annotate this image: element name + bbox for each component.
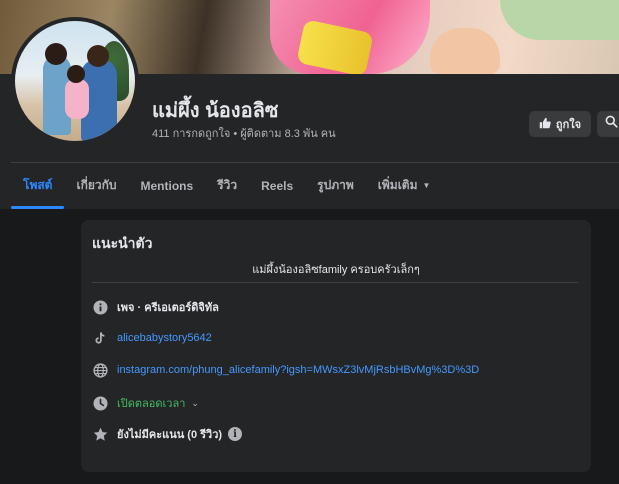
intro-website-row: instagram.com/phung_alicefamily?igsh=MWs…: [92, 362, 479, 378]
intro-bio: แม่ผึ้งน้องอลิซfamily ครอบครัวเล็กๆ: [252, 264, 420, 276]
intro-title: แนะนำตัว: [92, 235, 153, 251]
search-icon: [605, 115, 618, 133]
chevron-down-icon: ⌄: [191, 397, 199, 408]
intro-rating-row: ยังไม่มีคะแนน (0 รีวิว) i: [92, 425, 243, 443]
avatar-person-father-head: [87, 45, 109, 67]
intro-divider: [92, 282, 578, 283]
tiktok-icon: [92, 330, 108, 346]
info-icon: [92, 299, 108, 315]
tab-posts-label: โพสต์: [23, 178, 53, 192]
rating-text: ยังไม่มีคะแนน (0 รีวิว): [117, 429, 223, 441]
avatar-person-child-head: [67, 65, 85, 83]
hours-status: เปิดตลอดเวลา: [117, 398, 186, 410]
tab-reviews[interactable]: รีวิว: [205, 163, 249, 208]
avatar-person-mother-head: [45, 43, 67, 65]
page-stats: 411 การกดถูกใจ • ผู้ติดตาม 8.3 พัน คน: [152, 128, 336, 140]
page-title: แม่ผึ้ง น้องอลิซ: [152, 100, 279, 122]
avatar-person-child: [65, 79, 89, 119]
star-icon: [92, 426, 108, 442]
cover-photo-hand: [430, 28, 500, 74]
tab-reels[interactable]: Reels: [249, 163, 305, 208]
intro-category-row: เพจ · ครีเอเตอร์ดิจิทัล: [92, 298, 219, 316]
profile-avatar[interactable]: [11, 17, 139, 145]
tab-more[interactable]: เพิ่มเติม ▼: [366, 163, 443, 208]
thumbs-up-icon: [539, 117, 551, 132]
tab-mentions[interactable]: Mentions: [129, 163, 206, 208]
like-button-label: ถูกใจ: [555, 119, 582, 131]
clock-icon: [92, 395, 108, 411]
like-button[interactable]: ถูกใจ: [529, 111, 591, 137]
tab-about[interactable]: เกี่ยวกับ: [64, 163, 128, 208]
tab-more-label: เพิ่มเติม: [377, 178, 418, 192]
intro-hours-row[interactable]: เปิดตลอดเวลา ⌄: [92, 394, 199, 412]
intro-tiktok-row: alicebabystory5642: [92, 330, 212, 346]
tab-reels-label: Reels: [261, 178, 294, 193]
intro-category: เพจ · ครีเอเตอร์ดิจิทัล: [117, 302, 219, 314]
tab-photos-label: รูปภาพ: [317, 178, 354, 192]
tab-posts[interactable]: โพสต์: [11, 163, 65, 209]
cover-photo-shirt: [500, 0, 619, 40]
tab-reviews-label: รีวิว: [217, 178, 238, 192]
profile-tabs: โพสต์ เกี่ยวกับ Mentions รีวิว Reels รูป…: [11, 163, 442, 209]
globe-icon: [92, 362, 108, 378]
intro-card: แนะนำตัว แม่ผึ้งน้องอลิซfamily ครอบครัวเ…: [81, 220, 591, 472]
tab-mentions-label: Mentions: [140, 178, 194, 193]
tab-photos[interactable]: รูปภาพ: [305, 163, 366, 208]
search-button[interactable]: [597, 111, 619, 137]
website-link[interactable]: instagram.com/phung_alicefamily?igsh=MWs…: [117, 364, 479, 376]
info-icon[interactable]: i: [228, 427, 243, 441]
tiktok-link[interactable]: alicebabystory5642: [117, 332, 212, 344]
caret-down-icon: ▼: [422, 181, 431, 190]
tab-about-label: เกี่ยวกับ: [76, 178, 117, 192]
